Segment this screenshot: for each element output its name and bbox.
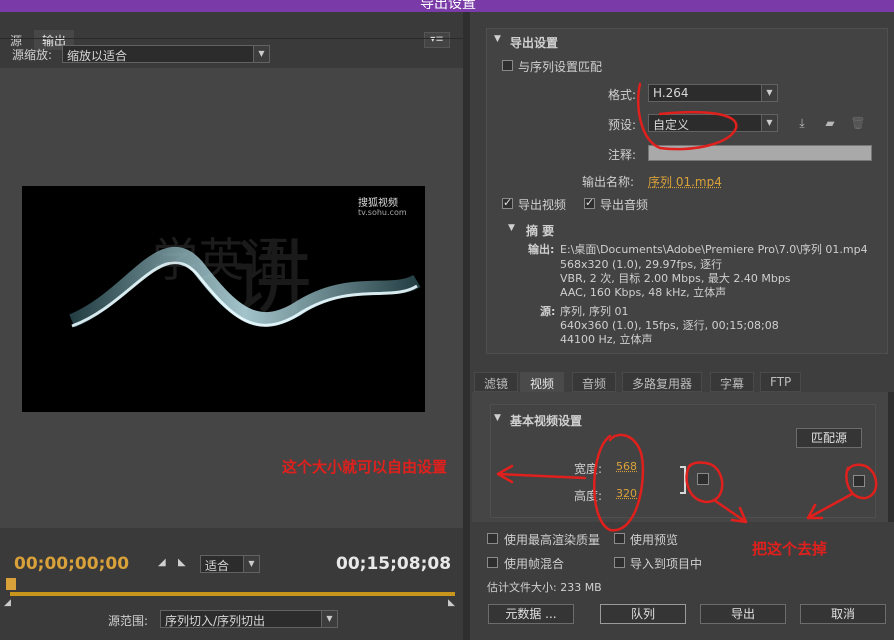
chevron-down-icon: ▼: [253, 46, 269, 62]
preset-value: 自定义: [653, 118, 690, 132]
out-point-marker[interactable]: ◣: [448, 598, 455, 608]
import-project-label: 导入到项目中: [630, 557, 703, 571]
width-label: 宽度:: [574, 462, 603, 476]
annotation-remove-note: 把这个去掉: [752, 540, 828, 558]
watermark-url: tv.sohu.com: [358, 208, 407, 217]
export-button[interactable]: 导出: [700, 604, 786, 624]
timecode-end: 00;15;08;08: [336, 554, 452, 574]
save-preset-icon[interactable]: ⤓: [794, 115, 810, 131]
annotation-size-note: 这个大小就可以自由设置: [282, 458, 448, 476]
match-sequence-checkbox[interactable]: [502, 60, 513, 71]
delete-preset-icon[interactable]: 🗑: [850, 115, 866, 131]
aspect-link-bracket: [680, 466, 686, 494]
source-range-dropdown[interactable]: 序列切入/序列切出 ▼: [160, 610, 338, 628]
source-scale-value: 缩放以适合: [67, 49, 128, 63]
format-dropdown[interactable]: H.264 ▼: [648, 84, 778, 102]
playhead-handle[interactable]: [6, 578, 16, 590]
collapse-triangle-icon[interactable]: ▼: [494, 34, 501, 44]
fit-dropdown[interactable]: 适合 ▼: [200, 555, 260, 573]
use-preview-label: 使用预览: [630, 533, 679, 547]
tab-audio[interactable]: 音频: [572, 372, 617, 392]
video-frame-graphic: 学英语 讲: [69, 232, 421, 328]
output-name-link[interactable]: 序列 01.mp4: [648, 173, 722, 190]
collapse-triangle-icon[interactable]: ▼: [508, 223, 515, 233]
divider: [0, 38, 463, 39]
chevron-down-icon: ▼: [243, 556, 259, 572]
preset-dropdown[interactable]: 自定义 ▼: [648, 114, 778, 132]
estimated-file-size: 估计文件大小: 233 MB: [487, 581, 602, 594]
queue-button[interactable]: 队列: [600, 604, 686, 624]
match-source-button[interactable]: 匹配源: [796, 428, 862, 448]
frame-blend-checkbox[interactable]: [487, 557, 498, 568]
scrollbar[interactable]: [888, 392, 894, 522]
comments-input[interactable]: [648, 145, 872, 161]
window-title: 导出设置: [420, 0, 476, 12]
chevron-down-icon: ▼: [761, 85, 777, 101]
output-name-label: 输出名称:: [582, 175, 635, 189]
source-scale-label: 源缩放:: [12, 48, 53, 62]
metadata-button[interactable]: 元数据 ...: [488, 604, 574, 624]
match-sequence-label: 与序列设置匹配: [518, 60, 603, 74]
frame-blend-label: 使用帧混合: [504, 557, 565, 571]
panel-menu-icon[interactable]: ▾≡: [424, 32, 450, 48]
height-label: 高度:: [574, 489, 603, 503]
import-preset-icon[interactable]: ▰: [822, 115, 838, 131]
import-project-checkbox[interactable]: [614, 557, 625, 568]
format-label: 格式:: [608, 88, 637, 102]
summary-source-line: 640x360 (1.0), 15fps, 逐行, 00;15;08;08: [560, 319, 779, 332]
summary-output-label: 输出:: [528, 243, 555, 256]
set-in-point-icon[interactable]: ◢: [158, 557, 166, 568]
height-value[interactable]: 320: [616, 487, 637, 500]
source-scale-dropdown[interactable]: 缩放以适合 ▼: [62, 45, 270, 63]
summary-output-line: 568x320 (1.0), 29.97fps, 逐行: [560, 258, 723, 271]
summary-output-line: AAC, 160 Kbps, 48 kHz, 立体声: [560, 286, 727, 299]
fit-value: 适合: [205, 559, 230, 573]
source-range-label: 源范围:: [108, 614, 149, 628]
chevron-down-icon: ▼: [761, 115, 777, 131]
export-video-label: 导出视频: [518, 198, 567, 212]
max-render-checkbox[interactable]: [487, 533, 498, 544]
export-audio-checkbox[interactable]: [584, 196, 595, 209]
time-ruler[interactable]: [10, 592, 455, 596]
in-point-marker[interactable]: ◢: [4, 598, 11, 608]
summary-source-line: 44100 Hz, 立体声: [560, 333, 653, 346]
comments-label: 注释:: [608, 148, 637, 162]
panel-splitter[interactable]: [463, 12, 470, 640]
resize-checkbox[interactable]: [697, 473, 709, 485]
video-preview: 学英语 讲 搜狐视频 tv.sohu.com: [22, 186, 425, 412]
summary-output-line: E:\桌面\Documents\Adobe\Premiere Pro\7.0\序…: [560, 243, 868, 256]
timecode-start[interactable]: 00;00;00;00: [14, 554, 129, 574]
basic-video-title: 基本视频设置: [510, 414, 583, 428]
export-video-checkbox[interactable]: [502, 196, 513, 209]
tab-filters[interactable]: 滤镜: [474, 372, 519, 392]
source-range-value: 序列切入/序列切出: [165, 614, 266, 628]
preset-label: 预设:: [608, 118, 637, 132]
summary-output-line: VBR, 2 次, 目标 2.00 Mbps, 最大 2.40 Mbps: [560, 272, 791, 285]
watermark-logo: 搜狐视频: [358, 198, 398, 209]
chevron-down-icon: ▼: [321, 611, 337, 627]
tab-ftp[interactable]: FTP: [760, 372, 802, 392]
set-out-point-icon[interactable]: ◣: [178, 557, 186, 568]
export-settings-title: 导出设置: [510, 36, 559, 50]
title-bar: 导出设置: [0, 0, 894, 12]
collapse-triangle-icon[interactable]: ▼: [494, 413, 501, 423]
tab-video[interactable]: 视频: [520, 372, 565, 392]
tab-multiplexer[interactable]: 多路复用器: [622, 372, 703, 392]
summary-source-label: 源:: [540, 305, 556, 318]
width-value[interactable]: 568: [616, 460, 637, 473]
summary-title: 摘 要: [526, 224, 555, 238]
max-render-label: 使用最高渲染质量: [504, 533, 601, 547]
tab-captions[interactable]: 字幕: [710, 372, 755, 392]
summary-source-line: 序列, 序列 01: [560, 305, 629, 318]
cancel-button[interactable]: 取消: [800, 604, 886, 624]
format-value: H.264: [653, 86, 689, 100]
export-audio-label: 导出音频: [600, 198, 649, 212]
resize-checkbox-right[interactable]: [853, 475, 865, 487]
use-preview-checkbox[interactable]: [614, 533, 625, 544]
